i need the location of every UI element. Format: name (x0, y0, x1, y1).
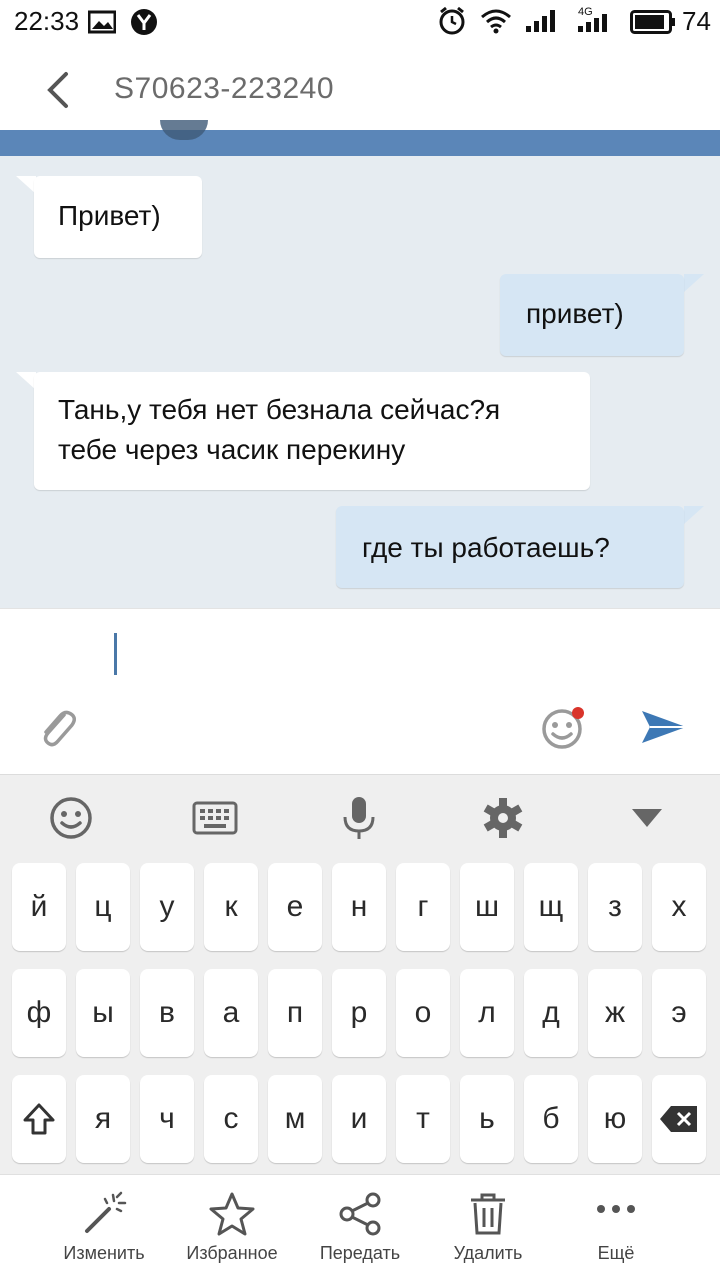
gear-icon[interactable] (478, 793, 528, 843)
message-bubble-incoming[interactable]: Тань,у тебя нет безнала сейчас?я тебе че… (34, 372, 590, 490)
delete-action-label: Удалить (453, 1243, 523, 1263)
alarm-icon (439, 6, 465, 35)
key[interactable]: ж (588, 969, 642, 1057)
microphone-icon[interactable] (334, 793, 384, 843)
key[interactable]: л (460, 969, 514, 1057)
message-bubble-outgoing[interactable]: где ты работаешь? (336, 506, 684, 588)
share-action-label: Передать (319, 1243, 401, 1263)
key[interactable]: з (588, 863, 642, 951)
message-text-line-1: Тань,у тебя нет безнала сейчас?я (58, 394, 501, 425)
message-text: где ты работаешь? (362, 532, 610, 563)
message-text-line-2: тебе через часик перекину (58, 434, 406, 465)
keyboard-icon[interactable] (190, 793, 240, 843)
hide-keyboard-icon[interactable] (622, 793, 672, 843)
chat-header: S70623-223240 (0, 44, 720, 134)
star-icon (209, 1192, 255, 1236)
favorite-action[interactable]: Избранное (162, 1175, 302, 1281)
emoji-keyboard-icon[interactable] (46, 793, 96, 843)
key[interactable]: щ (524, 863, 578, 951)
key[interactable]: о (396, 969, 450, 1057)
key[interactable]: м (268, 1075, 322, 1163)
key[interactable]: я (76, 1075, 130, 1163)
chat-title: S70623-223240 (114, 72, 335, 105)
back-arrow-icon[interactable] (40, 68, 80, 112)
bubble-tail (16, 176, 36, 194)
wifi-icon (481, 9, 511, 34)
emoji-icon[interactable] (540, 705, 590, 751)
key[interactable]: б (524, 1075, 578, 1163)
battery-icon (630, 10, 675, 34)
share-action[interactable]: Передать (290, 1175, 430, 1281)
shift-key[interactable] (12, 1075, 66, 1163)
key[interactable]: с (204, 1075, 258, 1163)
message-list[interactable]: Привет) привет) Тань,у тебя нет безнала … (0, 156, 720, 608)
more-icon (597, 1205, 635, 1213)
key[interactable]: ф (12, 969, 66, 1057)
avatar (160, 120, 208, 140)
backspace-key[interactable] (652, 1075, 706, 1163)
key[interactable]: у (140, 863, 194, 951)
key[interactable]: е (268, 863, 322, 951)
more-action-label: Ещё (597, 1243, 635, 1263)
key[interactable]: ь (460, 1075, 514, 1163)
contact-band (0, 120, 720, 156)
key[interactable]: ц (76, 863, 130, 951)
key[interactable]: д (524, 969, 578, 1057)
message-text: привет) (526, 298, 624, 329)
key[interactable]: а (204, 969, 258, 1057)
keyboard: й ц у к е н г ш щ з х ф ы в а п р о л д … (0, 774, 720, 1175)
key[interactable]: т (396, 1075, 450, 1163)
key[interactable]: ш (460, 863, 514, 951)
bubble-tail (684, 274, 704, 292)
key[interactable]: э (652, 969, 706, 1057)
key[interactable]: ч (140, 1075, 194, 1163)
favorite-action-label: Избранное (186, 1243, 278, 1263)
text-cursor (114, 633, 117, 675)
message-text: Привет) (58, 200, 161, 231)
key[interactable]: х (652, 863, 706, 951)
trash-icon (471, 1193, 505, 1235)
edit-action-label: Изменить (63, 1243, 145, 1263)
key[interactable]: и (332, 1075, 386, 1163)
status-bar: 22:33 4G 74 (0, 0, 720, 44)
key[interactable]: к (204, 863, 258, 951)
key[interactable]: ю (588, 1075, 642, 1163)
key[interactable]: р (332, 969, 386, 1057)
key[interactable]: в (140, 969, 194, 1057)
key[interactable]: ы (76, 969, 130, 1057)
bubble-tail (684, 506, 704, 524)
key[interactable]: г (396, 863, 450, 951)
more-action[interactable]: Ещё (546, 1175, 686, 1281)
signal-2-icon (578, 14, 607, 32)
send-icon[interactable] (638, 707, 690, 747)
key[interactable]: й (12, 863, 66, 951)
share-icon (339, 1192, 381, 1236)
action-bar: Изменить Избранное Передать Удалить Ещё (0, 1174, 720, 1281)
delete-action[interactable]: Удалить (418, 1175, 558, 1281)
image-icon (88, 10, 116, 34)
yandex-icon (131, 9, 157, 35)
magic-wand-icon (85, 1191, 127, 1233)
paperclip-icon[interactable] (34, 705, 80, 751)
compose-bar (0, 608, 720, 775)
edit-action[interactable]: Изменить (34, 1175, 174, 1281)
message-input[interactable] (100, 623, 520, 683)
message-bubble-outgoing[interactable]: привет) (500, 274, 684, 356)
battery-percent: 74 (682, 6, 711, 36)
backspace-icon (660, 1106, 697, 1132)
signal-icon (526, 10, 555, 32)
bubble-tail (16, 372, 36, 390)
message-bubble-incoming[interactable]: Привет) (34, 176, 202, 258)
shift-icon (23, 1103, 55, 1135)
key[interactable]: п (268, 969, 322, 1057)
status-time: 22:33 (14, 6, 80, 36)
key[interactable]: н (332, 863, 386, 951)
